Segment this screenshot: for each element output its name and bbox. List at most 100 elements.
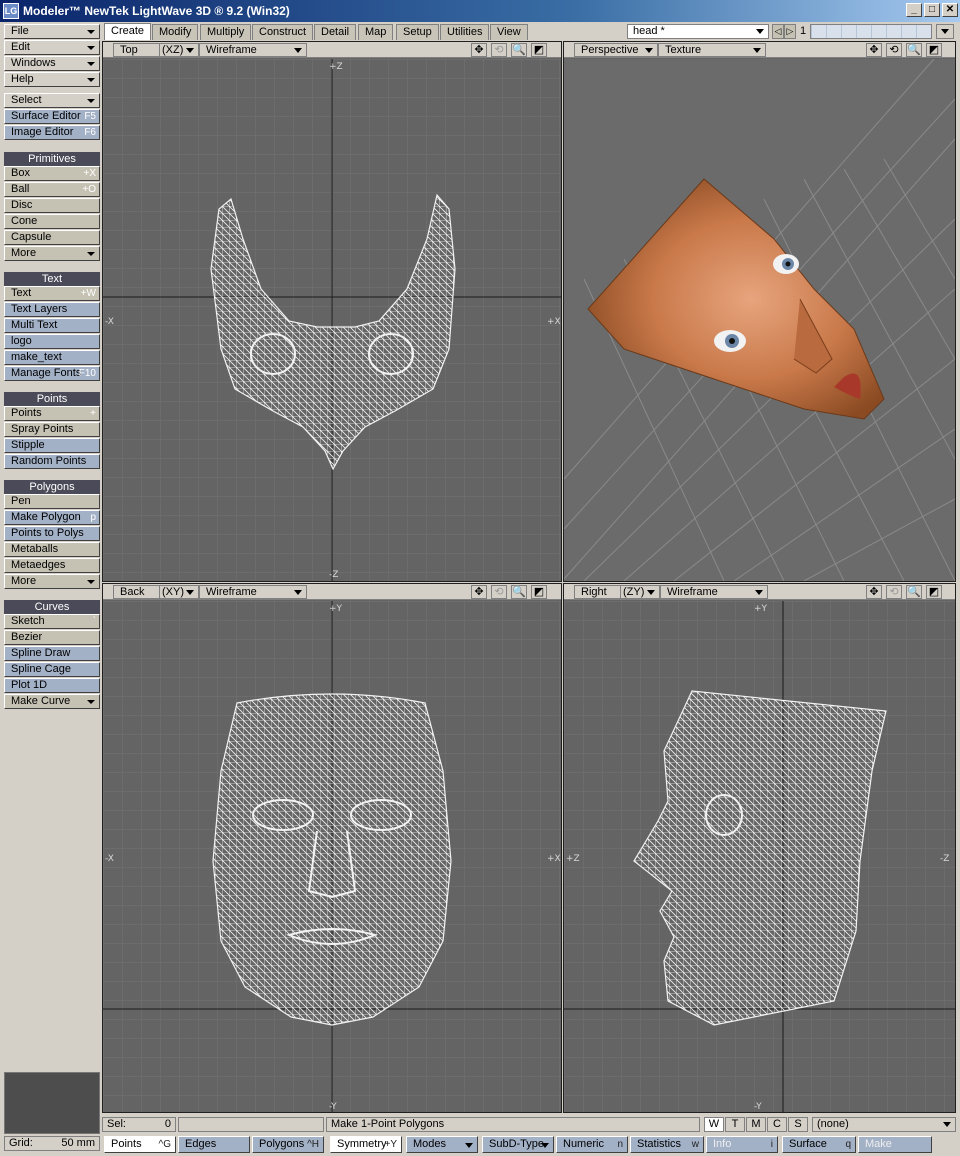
statistics-button[interactable]: Statistics w bbox=[630, 1136, 704, 1153]
points-mode-button[interactable]: Points ^G bbox=[104, 1136, 176, 1153]
sketch-button[interactable]: Sketch ` bbox=[4, 614, 100, 629]
select-menu[interactable]: Select bbox=[4, 93, 100, 108]
close-button[interactable]: ✕ bbox=[942, 3, 958, 17]
maximize-viewport-icon[interactable]: ◩ bbox=[926, 585, 942, 599]
minimize-button[interactable]: _ bbox=[906, 3, 922, 17]
make-button[interactable]: Make bbox=[858, 1136, 932, 1153]
metaedges-button[interactable]: Metaedges bbox=[4, 558, 100, 573]
zoom-icon[interactable]: 🔍 bbox=[511, 585, 527, 599]
viewport-right[interactable]: Right (ZY) Wireframe ✥ ⟲ 🔍 ◩ +Y -Y +Z -Z bbox=[563, 583, 956, 1113]
tab-create[interactable]: Create bbox=[104, 23, 152, 40]
viewport-back[interactable]: Back (XY) Wireframe ✥ ⟲ 🔍 ◩ +Y -Y -X +X bbox=[102, 583, 562, 1113]
viewport-canvas[interactable]: +Z -Z -X +X bbox=[103, 59, 561, 581]
viewport-canvas[interactable]: +Y -Y -X +X bbox=[103, 601, 561, 1112]
surface-editor-button[interactable]: Surface Editor F5 bbox=[4, 109, 100, 124]
tab-construct[interactable]: Construct bbox=[252, 24, 314, 40]
maximize-viewport-icon[interactable]: ◩ bbox=[926, 43, 942, 57]
capsule-button[interactable]: Capsule bbox=[4, 230, 100, 245]
modes-button[interactable]: Modes bbox=[406, 1136, 478, 1153]
windows-menu[interactable]: Windows bbox=[4, 56, 100, 71]
file-menu[interactable]: File bbox=[4, 24, 100, 39]
spline-draw-button[interactable]: Spline Draw bbox=[4, 646, 100, 661]
tab-map[interactable]: Map bbox=[358, 24, 394, 40]
maximize-viewport-icon[interactable]: ◩ bbox=[531, 43, 547, 57]
rotate-view-icon[interactable]: ⟲ bbox=[886, 585, 902, 599]
view-type-select[interactable]: Right bbox=[574, 585, 622, 599]
make-curve-button[interactable]: Make Curve bbox=[4, 694, 100, 709]
polygons-mode-button[interactable]: Polygons ^H bbox=[252, 1136, 324, 1153]
polygons-more-button[interactable]: More bbox=[4, 574, 100, 589]
layer-bank-strip[interactable] bbox=[810, 24, 932, 39]
spray-points-button[interactable]: Spray Points bbox=[4, 422, 100, 437]
move-view-icon[interactable]: ✥ bbox=[471, 585, 487, 599]
multi-text-button[interactable]: Multi Text bbox=[4, 318, 100, 333]
manage-fonts-button[interactable]: Manage Fonts F10 bbox=[4, 366, 100, 381]
maximize-button[interactable]: □ bbox=[924, 3, 940, 17]
viewport-canvas[interactable] bbox=[564, 59, 955, 581]
move-view-icon[interactable]: ✥ bbox=[866, 585, 882, 599]
next-layer-button[interactable]: ▷ bbox=[784, 24, 796, 39]
subd-type-button[interactable]: SubD-Type bbox=[482, 1136, 554, 1153]
viewport-perspective[interactable]: Perspective Texture ✥ ⟲ 🔍 ◩ bbox=[563, 41, 956, 582]
move-view-icon[interactable]: ✥ bbox=[471, 43, 487, 57]
render-mode-select[interactable]: Wireframe bbox=[660, 585, 768, 599]
view-axes-select[interactable]: (XZ) bbox=[159, 43, 199, 57]
zoom-icon[interactable]: 🔍 bbox=[906, 585, 922, 599]
tab-view[interactable]: View bbox=[490, 24, 528, 40]
view-type-select[interactable]: Back bbox=[113, 585, 161, 599]
symmetry-button[interactable]: Symmetry +Y bbox=[330, 1136, 402, 1153]
view-type-select[interactable]: Top bbox=[113, 43, 161, 57]
text-layers-button[interactable]: Text Layers bbox=[4, 302, 100, 317]
bezier-button[interactable]: Bezier bbox=[4, 630, 100, 645]
view-c-button[interactable]: C bbox=[767, 1117, 787, 1132]
render-mode-select[interactable]: Wireframe bbox=[199, 43, 307, 57]
viewport-top[interactable]: Top (XZ) Wireframe ✥ ⟲ 🔍 ◩ +Z -Z -X +X bbox=[102, 41, 562, 582]
view-m-button[interactable]: M bbox=[746, 1117, 766, 1132]
view-axes-select[interactable]: (XY) bbox=[159, 585, 199, 599]
prev-layer-button[interactable]: ◁ bbox=[772, 24, 784, 39]
tab-detail[interactable]: Detail bbox=[314, 24, 357, 40]
make-polygon-button[interactable]: Make Polygon p bbox=[4, 510, 100, 525]
view-s-button[interactable]: S bbox=[788, 1117, 808, 1132]
disc-button[interactable]: Disc bbox=[4, 198, 100, 213]
points-button[interactable]: Points + bbox=[4, 406, 100, 421]
tab-setup[interactable]: Setup bbox=[396, 24, 439, 40]
tab-utilities[interactable]: Utilities bbox=[440, 24, 490, 40]
stipple-button[interactable]: Stipple bbox=[4, 438, 100, 453]
points-to-polys-button[interactable]: Points to Polys bbox=[4, 526, 100, 541]
image-editor-button[interactable]: Image Editor F6 bbox=[4, 125, 100, 140]
text-button[interactable]: Text +W bbox=[4, 286, 100, 301]
plot-1d-button[interactable]: Plot 1D bbox=[4, 678, 100, 693]
box-button[interactable]: Box +X bbox=[4, 166, 100, 181]
move-view-icon[interactable]: ✥ bbox=[866, 43, 882, 57]
layer-select[interactable]: head * bbox=[627, 24, 769, 39]
logo-button[interactable]: logo bbox=[4, 334, 100, 349]
random-points-button[interactable]: Random Points bbox=[4, 454, 100, 469]
viewport-canvas[interactable]: +Y -Y +Z -Z bbox=[564, 601, 955, 1112]
view-axes-select[interactable]: (ZY) bbox=[620, 585, 660, 599]
view-t-button[interactable]: T bbox=[725, 1117, 745, 1132]
edit-menu[interactable]: Edit bbox=[4, 40, 100, 55]
surface-button[interactable]: Surface q bbox=[782, 1136, 856, 1153]
zoom-icon[interactable]: 🔍 bbox=[511, 43, 527, 57]
layer-dropdown-button[interactable] bbox=[936, 24, 954, 39]
app-icon[interactable]: LG bbox=[3, 3, 19, 19]
rotate-view-icon[interactable]: ⟲ bbox=[886, 43, 902, 57]
edges-mode-button[interactable]: Edges bbox=[178, 1136, 250, 1153]
info-button[interactable]: Info i bbox=[706, 1136, 778, 1153]
ball-button[interactable]: Ball +O bbox=[4, 182, 100, 197]
metaballs-button[interactable]: Metaballs bbox=[4, 542, 100, 557]
render-mode-select[interactable]: Texture bbox=[658, 43, 766, 57]
help-menu[interactable]: Help bbox=[4, 72, 100, 87]
make-text-button[interactable]: make_text bbox=[4, 350, 100, 365]
numeric-button[interactable]: Numeric n bbox=[556, 1136, 628, 1153]
view-type-select[interactable]: Perspective bbox=[574, 43, 658, 57]
spline-cage-button[interactable]: Spline Cage bbox=[4, 662, 100, 677]
render-mode-select[interactable]: Wireframe bbox=[199, 585, 307, 599]
tab-modify[interactable]: Modify bbox=[152, 24, 199, 40]
rotate-view-icon[interactable]: ⟲ bbox=[491, 43, 507, 57]
maximize-viewport-icon[interactable]: ◩ bbox=[531, 585, 547, 599]
pen-button[interactable]: Pen bbox=[4, 494, 100, 509]
rotate-view-icon[interactable]: ⟲ bbox=[491, 585, 507, 599]
surface-select[interactable]: (none) bbox=[812, 1117, 956, 1132]
